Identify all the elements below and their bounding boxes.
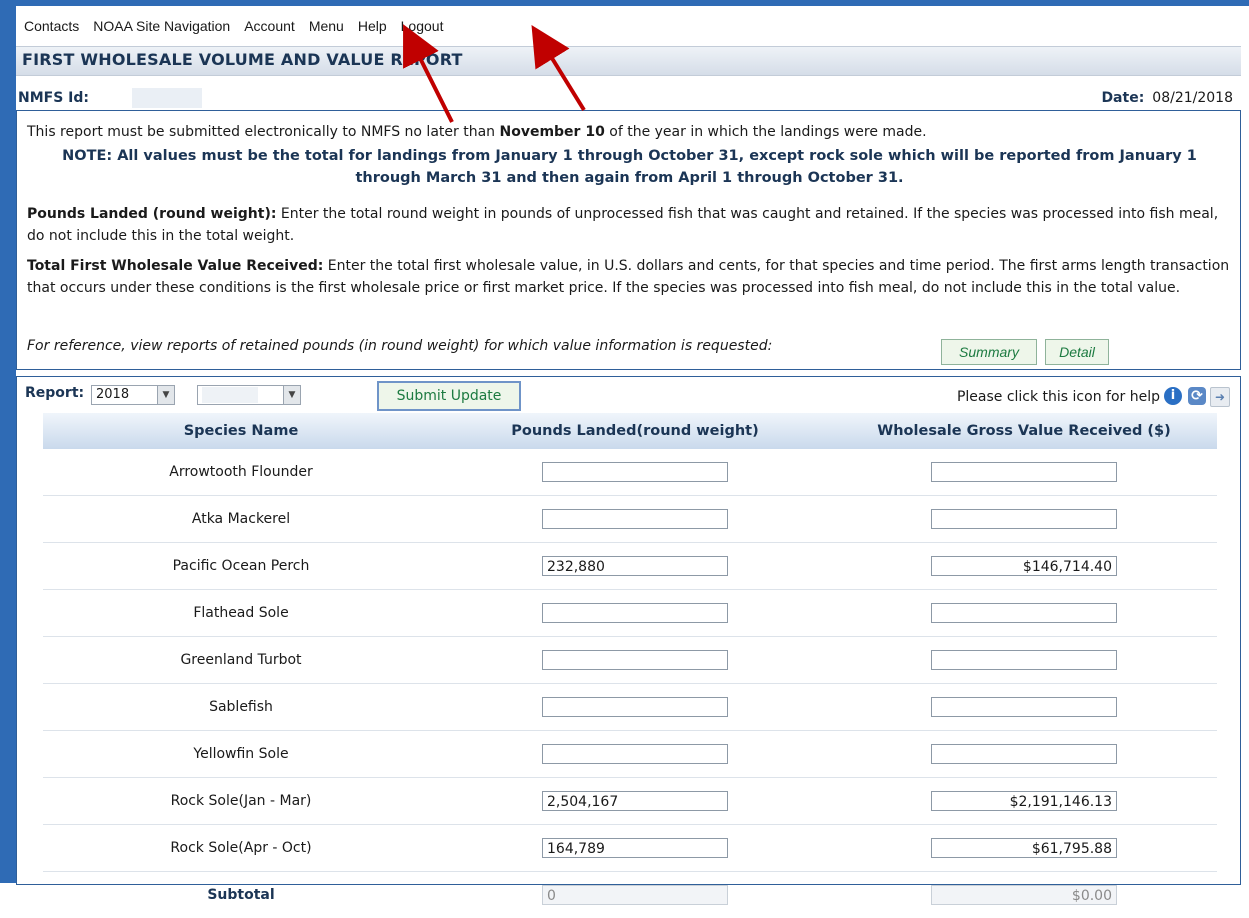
subtotal-row: Subtotal 0 $0.00 — [43, 872, 1217, 918]
species-name: Greenland Turbot — [43, 637, 439, 684]
table-row: Rock Sole(Jan - Mar) 2,504,167 $2,191,14… — [43, 778, 1217, 825]
header-species-name: Species Name — [43, 413, 439, 449]
value-input[interactable] — [931, 744, 1117, 764]
window-frame-left — [0, 0, 16, 883]
period-select[interactable]: ▼ — [197, 385, 301, 405]
table-row: Atka Mackerel — [43, 496, 1217, 543]
subtotal-value: $0.00 — [931, 885, 1117, 905]
species-name: Arrowtooth Flounder — [43, 449, 439, 496]
date-label: Date: — [1101, 90, 1144, 106]
page: Contacts NOAA Site Navigation Account Me… — [16, 6, 1241, 883]
species-name: Pacific Ocean Perch — [43, 543, 439, 590]
id-row: NMFS Id: Date: 08/21/2018 — [16, 88, 1241, 108]
deadline-text: This report must be submitted electronic… — [27, 121, 927, 143]
report-label: Report: — [25, 385, 84, 401]
table-row: Rock Sole(Apr - Oct) 164,789 $61,795.88 — [43, 825, 1217, 872]
value-instructions: Total First Wholesale Value Received: En… — [27, 255, 1232, 299]
table-row: Sablefish — [43, 684, 1217, 731]
species-name: Sablefish — [43, 684, 439, 731]
pounds-input[interactable]: 232,880 — [542, 556, 728, 576]
nmfs-id-value-redacted — [132, 88, 202, 108]
nmfs-id-label: NMFS Id: — [18, 90, 89, 106]
refresh-icon[interactable]: ⟳ — [1188, 387, 1206, 405]
species-name: Rock Sole(Jan - Mar) — [43, 778, 439, 825]
pounds-input[interactable]: 164,789 — [542, 838, 728, 858]
table-row: Pacific Ocean Perch 232,880 $146,714.40 — [43, 543, 1217, 590]
species-table: Species Name Pounds Landed(round weight)… — [43, 413, 1217, 918]
detail-button[interactable]: Detail — [1045, 339, 1109, 365]
table-row: Arrowtooth Flounder — [43, 449, 1217, 496]
chevron-down-icon: ▼ — [157, 386, 174, 404]
top-nav: Contacts NOAA Site Navigation Account Me… — [24, 18, 443, 40]
value-input[interactable] — [931, 509, 1117, 529]
species-name: Rock Sole(Apr - Oct) — [43, 825, 439, 872]
nav-menu[interactable]: Menu — [309, 18, 344, 40]
date-display: Date: 08/21/2018 — [1101, 90, 1233, 106]
subtotal-pounds: 0 — [542, 885, 728, 905]
year-select[interactable]: 2018 ▼ — [91, 385, 175, 405]
header-wholesale-value: Wholesale Gross Value Received ($) — [831, 413, 1217, 449]
reference-text: For reference, view reports of retained … — [27, 335, 772, 357]
nav-noaa-site-navigation[interactable]: NOAA Site Navigation — [93, 18, 230, 40]
value-input[interactable] — [931, 462, 1117, 482]
pounds-input[interactable]: 2,504,167 — [542, 791, 728, 811]
species-name: Atka Mackerel — [43, 496, 439, 543]
chevron-down-icon: ▼ — [283, 386, 300, 404]
instructions-box: This report must be submitted electronic… — [16, 110, 1241, 370]
date-value: 08/21/2018 — [1152, 90, 1233, 106]
table-row: Flathead Sole — [43, 590, 1217, 637]
pounds-input[interactable] — [542, 697, 728, 717]
nav-logout[interactable]: Logout — [401, 18, 444, 40]
summary-button[interactable]: Summary — [941, 339, 1037, 365]
table-row: Yellowfin Sole — [43, 731, 1217, 778]
title-bar: FIRST WHOLESALE VOLUME AND VALUE REPORT — [16, 46, 1241, 76]
pounds-input[interactable] — [542, 509, 728, 529]
help-text: Please click this icon for help — [957, 389, 1160, 405]
value-input[interactable]: $2,191,146.13 — [931, 791, 1117, 811]
report-panel: Report: 2018 ▼ ▼ Submit Update Please cl… — [16, 376, 1241, 885]
header-pounds-landed: Pounds Landed(round weight) — [439, 413, 831, 449]
value-input[interactable] — [931, 650, 1117, 670]
species-name: Flathead Sole — [43, 590, 439, 637]
year-select-value: 2018 — [96, 387, 129, 402]
submit-update-button[interactable]: Submit Update — [377, 381, 521, 411]
table-row: Greenland Turbot — [43, 637, 1217, 684]
nav-help[interactable]: Help — [358, 18, 387, 40]
page-title: FIRST WHOLESALE VOLUME AND VALUE REPORT — [22, 50, 463, 69]
export-icon[interactable]: ➜ — [1210, 387, 1230, 407]
pounds-instructions: Pounds Landed (round weight): Enter the … — [27, 203, 1227, 247]
table-header-row: Species Name Pounds Landed(round weight)… — [43, 413, 1217, 449]
value-input[interactable] — [931, 697, 1117, 717]
species-name: Yellowfin Sole — [43, 731, 439, 778]
value-input[interactable]: $146,714.40 — [931, 556, 1117, 576]
period-select-value-redacted — [202, 387, 258, 403]
note-text: NOTE: All values must be the total for l… — [27, 145, 1232, 189]
info-icon[interactable]: i — [1164, 387, 1182, 405]
subtotal-label: Subtotal — [43, 872, 439, 918]
pounds-input[interactable] — [542, 744, 728, 764]
nav-contacts[interactable]: Contacts — [24, 18, 79, 40]
value-input[interactable] — [931, 603, 1117, 623]
pounds-input[interactable] — [542, 650, 728, 670]
pounds-input[interactable] — [542, 603, 728, 623]
pounds-input[interactable] — [542, 462, 728, 482]
value-input[interactable]: $61,795.88 — [931, 838, 1117, 858]
nav-account[interactable]: Account — [244, 18, 295, 40]
